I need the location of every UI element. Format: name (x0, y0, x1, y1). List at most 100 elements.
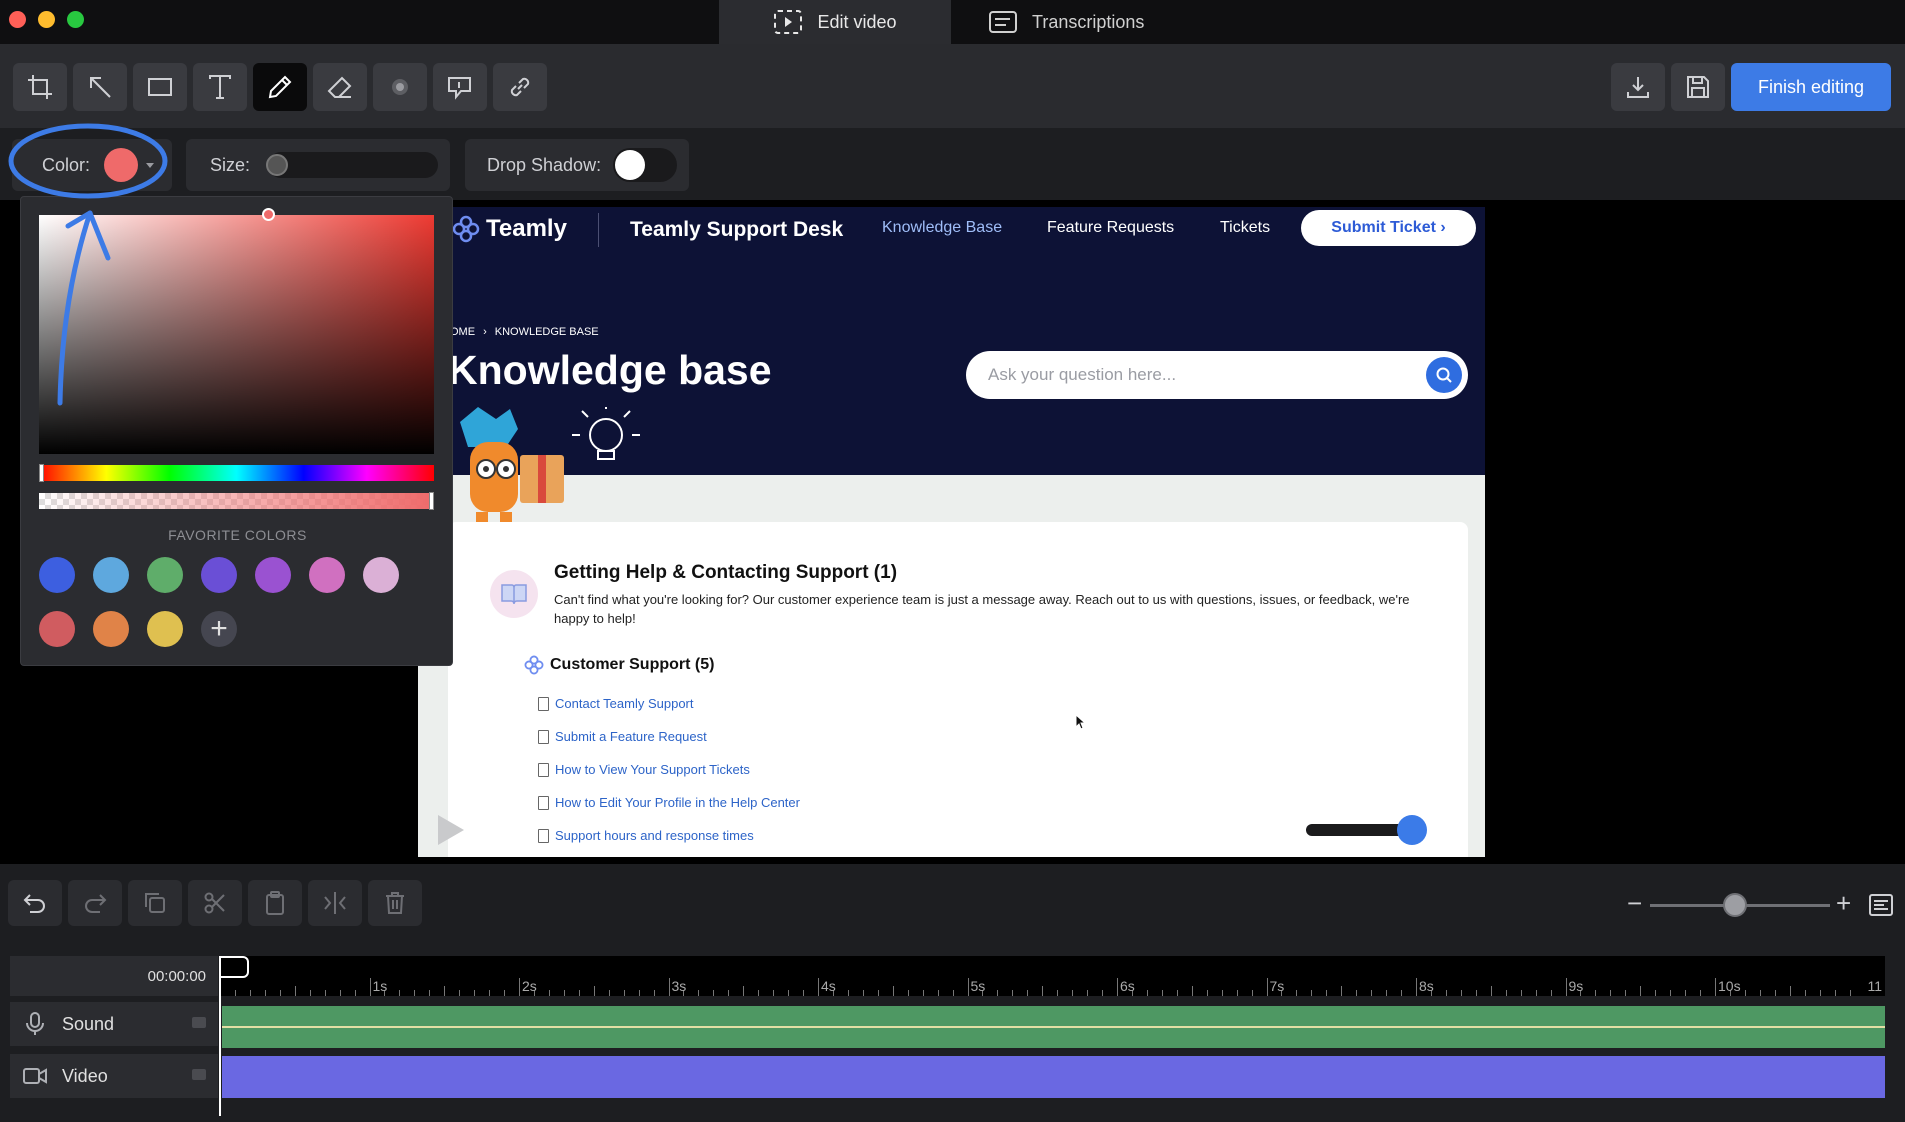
nav-feature-requests[interactable]: Feature Requests (1047, 219, 1174, 237)
lock-icon[interactable] (192, 1017, 206, 1028)
preview-volume-track[interactable] (1306, 824, 1411, 836)
ruler-tick (339, 990, 341, 996)
favorite-color-swatch[interactable] (255, 557, 291, 593)
split-button[interactable] (308, 880, 362, 926)
tab-transcriptions-label: Transcriptions (1032, 11, 1145, 32)
teamly-logo[interactable]: Teamly (452, 215, 567, 243)
cut-button[interactable] (188, 880, 242, 926)
arrow-tool-button[interactable] (73, 63, 127, 111)
time-ruler[interactable]: 1s 2s 3s 4s 5s 6s 7s 8s 9s 10s 11 (220, 956, 1885, 996)
edit-video-icon (774, 10, 803, 34)
undo-button[interactable] (8, 880, 62, 926)
callout-tool-button[interactable] (433, 63, 487, 111)
ruler-tick (593, 986, 595, 996)
close-window-button[interactable] (9, 11, 26, 28)
favorite-color-swatch[interactable] (93, 557, 129, 593)
favorite-color-swatch[interactable] (39, 611, 75, 647)
article-link[interactable]: Submit a Feature Request (538, 729, 707, 744)
ruler-tick (1027, 990, 1029, 996)
duplicate-button[interactable] (128, 880, 182, 926)
download-button[interactable] (1611, 63, 1665, 111)
blur-tool-button[interactable] (373, 63, 427, 111)
tab-transcriptions[interactable]: Transcriptions (988, 0, 1144, 44)
play-icon[interactable] (438, 815, 464, 845)
ruler-tick (519, 978, 520, 996)
size-slider-track[interactable] (268, 152, 438, 178)
playhead-handle[interactable] (219, 956, 249, 978)
finish-editing-button[interactable]: Finish editing (1731, 63, 1891, 111)
favorite-color-swatch[interactable] (363, 557, 399, 593)
preview-volume-knob[interactable] (1397, 815, 1427, 845)
search-button[interactable] (1426, 357, 1462, 393)
redo-button[interactable] (68, 880, 122, 926)
maximize-window-button[interactable] (67, 11, 84, 28)
video-clip[interactable] (222, 1056, 1885, 1098)
video-preview[interactable]: Teamly Teamly Support Desk Knowledge Bas… (418, 207, 1485, 857)
ruler-tick (803, 990, 805, 996)
ruler-tick (698, 990, 700, 996)
ruler-tick (1819, 990, 1821, 996)
ruler-tick (1625, 990, 1627, 996)
saturation-area[interactable] (39, 215, 434, 454)
crop-tool-button[interactable] (13, 63, 67, 111)
article-link[interactable]: How to View Your Support Tickets (538, 762, 750, 777)
link-tool-button[interactable] (493, 63, 547, 111)
alpha-slider[interactable] (39, 492, 434, 510)
favorite-color-swatch[interactable] (147, 611, 183, 647)
nav-tickets[interactable]: Tickets (1220, 219, 1270, 237)
favorite-color-swatch[interactable] (39, 557, 75, 593)
article-link[interactable]: Support hours and response times (538, 828, 754, 843)
minimize-window-button[interactable] (38, 11, 55, 28)
ruler-tick (728, 990, 730, 996)
track-name: Sound (62, 1013, 115, 1034)
zoom-out-button[interactable]: − (1627, 888, 1642, 919)
rectangle-tool-button[interactable] (133, 63, 187, 111)
search-input[interactable] (988, 351, 1408, 399)
save-icon (1687, 76, 1709, 98)
zoom-in-button[interactable]: + (1836, 888, 1851, 919)
save-button[interactable] (1671, 63, 1725, 111)
sound-clip[interactable] (222, 1006, 1885, 1048)
playhead[interactable] (219, 956, 221, 1116)
size-slider-knob[interactable] (266, 154, 288, 176)
fit-timeline-icon[interactable] (1868, 893, 1894, 917)
hue-handle[interactable] (39, 464, 44, 482)
flower-icon (524, 655, 544, 675)
logo-text: Teamly (486, 215, 567, 242)
text-tool-button[interactable] (193, 63, 247, 111)
article-link[interactable]: How to Edit Your Profile in the Help Cen… (538, 795, 800, 810)
volume-envelope-line[interactable] (222, 1026, 1885, 1028)
color-option[interactable]: Color: (12, 139, 172, 191)
ruler-tick (1804, 990, 1806, 996)
nav-knowledge-base[interactable]: Knowledge Base (882, 219, 1002, 237)
hue-slider[interactable] (39, 464, 434, 482)
crop-icon (28, 75, 52, 99)
lock-icon[interactable] (192, 1069, 206, 1080)
ruler-tick (997, 990, 999, 996)
favorite-color-swatch[interactable] (147, 557, 183, 593)
favorite-color-swatch[interactable] (201, 557, 237, 593)
ruler-tick (922, 990, 924, 996)
paste-button[interactable] (248, 880, 302, 926)
article-link[interactable]: Contact Teamly Support (538, 696, 694, 711)
eraser-tool-button[interactable] (313, 63, 367, 111)
favorite-color-swatch[interactable] (93, 611, 129, 647)
ruler-tick (1759, 990, 1761, 996)
pen-tool-button[interactable] (253, 63, 307, 111)
color-swatch[interactable] (104, 148, 139, 182)
tab-edit-video[interactable]: Edit video (719, 0, 951, 44)
favorite-color-swatch[interactable] (309, 557, 345, 593)
submit-ticket-button[interactable]: Submit Ticket › (1301, 210, 1476, 246)
saturation-handle[interactable] (262, 208, 275, 221)
breadcrumb-home[interactable]: OME (450, 326, 475, 338)
subcategory-title[interactable]: Customer Support (5) (524, 655, 714, 675)
ruler-tick (1565, 978, 1567, 996)
alpha-handle[interactable] (429, 492, 434, 510)
add-favorite-color-button[interactable]: + (201, 611, 237, 647)
category-title[interactable]: Getting Help & Contacting Support (1) (554, 562, 897, 584)
drop-shadow-label: Drop Shadow: (487, 154, 602, 175)
search-icon (1436, 367, 1452, 383)
drop-shadow-toggle-knob[interactable] (615, 150, 645, 180)
delete-button[interactable] (368, 880, 422, 926)
zoom-slider-knob[interactable] (1723, 893, 1747, 917)
